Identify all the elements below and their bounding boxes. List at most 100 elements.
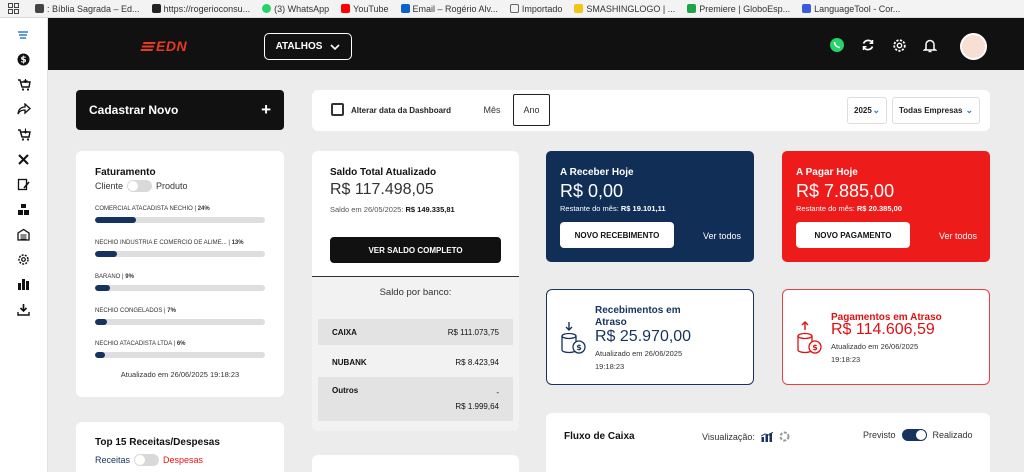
svg-text:$: $ — [20, 55, 26, 65]
cash-flow-card: Fluxo de Caixa Visualização: Previsto Re… — [546, 413, 990, 472]
card-title: Fluxo de Caixa — [564, 431, 635, 442]
download-icon[interactable] — [17, 301, 31, 317]
tab-year[interactable]: Ano — [513, 94, 550, 126]
bank-row: Outros - R$ 1.999,64 — [318, 377, 513, 421]
balance-value: R$ 117.498,05 — [330, 181, 434, 198]
bank-row: CAIXA R$ 111.073,75 — [318, 319, 513, 345]
site-icon — [151, 4, 161, 13]
money-down-icon: $ — [561, 322, 586, 354]
dollar-icon[interactable]: $ — [17, 51, 31, 67]
progress-fill — [95, 285, 111, 291]
top15-card: Top 15 Receitas/Despesas Receitas Despes… — [76, 422, 284, 472]
money-up-icon: $ — [797, 321, 822, 354]
edit-doc-icon[interactable] — [17, 176, 31, 192]
boxes-icon[interactable] — [17, 201, 31, 217]
reports-icon[interactable] — [17, 276, 31, 292]
bar-chart-icon[interactable] — [760, 431, 773, 442]
view-all-link[interactable]: Ver todos — [939, 231, 977, 241]
change-date-label[interactable]: Alterar data da Dashboard — [351, 106, 451, 115]
view-full-balance-button[interactable]: VER SALDO COMPLETO — [330, 237, 501, 263]
progress-bar — [95, 217, 265, 223]
bookmark-smashinglogo[interactable]: SMASHINGLOGO | ... — [574, 4, 675, 14]
balance-sub: Saldo em 26/05/2025: R$ 149.335,81 — [330, 205, 455, 214]
bank-balances-title: Saldo por banco: — [379, 287, 452, 298]
bookmark-youtube[interactable]: YouTube — [341, 4, 389, 14]
edn-logo-icon[interactable] — [17, 26, 31, 42]
card-title: A Receber Hoje — [560, 167, 634, 178]
client-product-toggle-row: Cliente Produto — [95, 180, 188, 192]
bookmark-importado[interactable]: Importado — [509, 4, 562, 14]
overdue-payments-value: R$ 114.606,59 — [831, 321, 935, 338]
revenue-item: NECHIO CONGELADOS | 7% — [95, 308, 265, 325]
revenue-card: Faturamento Cliente Produto COMERCIAL AT… — [76, 151, 284, 397]
revenue-item: COMERCIAL ATACADISTA NECHIO | 24% — [95, 206, 265, 223]
year-select[interactable]: 2025 ⌄ — [847, 97, 887, 124]
pie-chart-icon[interactable] — [779, 431, 790, 442]
cart-plus-icon[interactable] — [17, 76, 31, 92]
bookmark-languagetool[interactable]: LanguageTool - Cor... — [802, 4, 900, 14]
receivable-today-card: A Receber Hoje R$ 0,00 Restante do mês: … — [546, 151, 754, 262]
progress-bar — [95, 352, 265, 358]
left-sidebar: $ — [0, 18, 48, 472]
overdue-payments-card[interactable]: $ Pagamentos em Atraso R$ 114.606,59 Atu… — [782, 289, 990, 385]
apps-grid-icon[interactable] — [8, 3, 19, 14]
balance-card: Saldo Total Atualizado R$ 117.498,05 Sal… — [312, 151, 519, 431]
share-icon[interactable] — [16, 101, 31, 117]
brand-logo[interactable]: EDN — [140, 38, 187, 54]
revenue-expense-toggle[interactable] — [134, 454, 160, 466]
client-product-toggle[interactable] — [127, 180, 153, 192]
updated-timestamp: Atualizado em 26/06/2025 19:18:23 — [120, 370, 240, 379]
revenue-item: NECHIO ATACADISTA LTDA | 6% — [95, 341, 265, 358]
cart-down-icon[interactable] — [17, 126, 31, 142]
user-avatar[interactable] — [960, 33, 987, 60]
progress-fill — [95, 352, 106, 358]
month-remaining: Restante do mês: R$ 20.385,00 — [796, 204, 902, 213]
languagetool-icon — [802, 4, 812, 13]
card-title: Top 15 Receitas/Despesas — [95, 437, 220, 448]
progress-fill — [95, 251, 118, 257]
whatsapp-icon — [262, 4, 272, 13]
bell-icon[interactable] — [922, 37, 938, 53]
bookmark-whatsapp[interactable]: (3) WhatsApp — [262, 4, 329, 14]
warehouse-icon[interactable] — [17, 226, 31, 242]
payable-today-value: R$ 7.885,00 — [796, 181, 895, 201]
outlook-icon — [400, 4, 410, 13]
bookmark-email[interactable]: Email – Rogério Alv... — [400, 4, 498, 14]
payable-today-card: A Pagar Hoje R$ 7.885,00 Restante do mês… — [782, 151, 990, 262]
svg-text:$: $ — [576, 343, 582, 352]
bank-balances: Saldo por banco: CAIXA R$ 111.073,75 NUB… — [312, 277, 519, 431]
svg-text:$: $ — [812, 343, 818, 352]
gear-icon[interactable] — [891, 37, 907, 53]
dashboard-date-bar: Alterar data da Dashboard Mês Ano 2025 ⌄ … — [312, 90, 990, 131]
bookmarks-bar: : Bíblia Sagrada – Ed... https://rogerio… — [0, 0, 1024, 18]
bookmark-premiere[interactable]: Premiere | GloboEsp... — [687, 4, 790, 14]
revenue-item: NECHIO INDUSTRIA E COMERCIO DE ALIME... … — [95, 240, 265, 257]
progress-bar — [95, 251, 265, 257]
view-all-link[interactable]: Ver todos — [703, 231, 741, 241]
new-payment-button[interactable]: NOVO PAGAMENTO — [796, 222, 910, 248]
globe-icon — [35, 4, 44, 13]
tools-icon[interactable] — [17, 151, 31, 167]
revenue-item: BARANO | 9% — [95, 274, 265, 291]
overdue-receipts-value: R$ 25.970,00 — [595, 328, 692, 345]
forecast-realized-toggle[interactable] — [901, 429, 927, 441]
receivable-today-value: R$ 0,00 — [560, 181, 624, 201]
register-new-button[interactable]: Cadastrar Novo + — [76, 90, 284, 130]
refresh-icon[interactable] — [860, 37, 876, 53]
overdue-receipts-card[interactable]: $ Recebimentos em Atraso R$ 25.970,00 Atu… — [546, 289, 754, 385]
chevron-down-icon: ⌄ — [965, 105, 973, 115]
shortcuts-dropdown[interactable]: ATALHOS — [264, 33, 352, 60]
visualization-options: Visualização: — [702, 431, 790, 442]
calendar-icon[interactable] — [331, 103, 344, 116]
tab-month[interactable]: Mês — [474, 94, 510, 126]
settings-icon[interactable] — [17, 251, 31, 267]
top-header: EDN ATALHOS — [48, 18, 1024, 70]
whatsapp-icon[interactable] — [829, 37, 845, 53]
bookmark-biblia[interactable]: : Bíblia Sagrada – Ed... — [35, 4, 140, 14]
card-title: Faturamento — [95, 167, 156, 178]
new-receipt-button[interactable]: NOVO RECEBIMENTO — [560, 222, 674, 248]
smashinglogo-icon — [574, 4, 584, 13]
card-title: A Pagar Hoje — [796, 167, 858, 178]
company-select[interactable]: Todas Empresas ⌄ — [892, 97, 980, 124]
bookmark-rogerio[interactable]: https://rogerioconsu... — [151, 4, 250, 14]
